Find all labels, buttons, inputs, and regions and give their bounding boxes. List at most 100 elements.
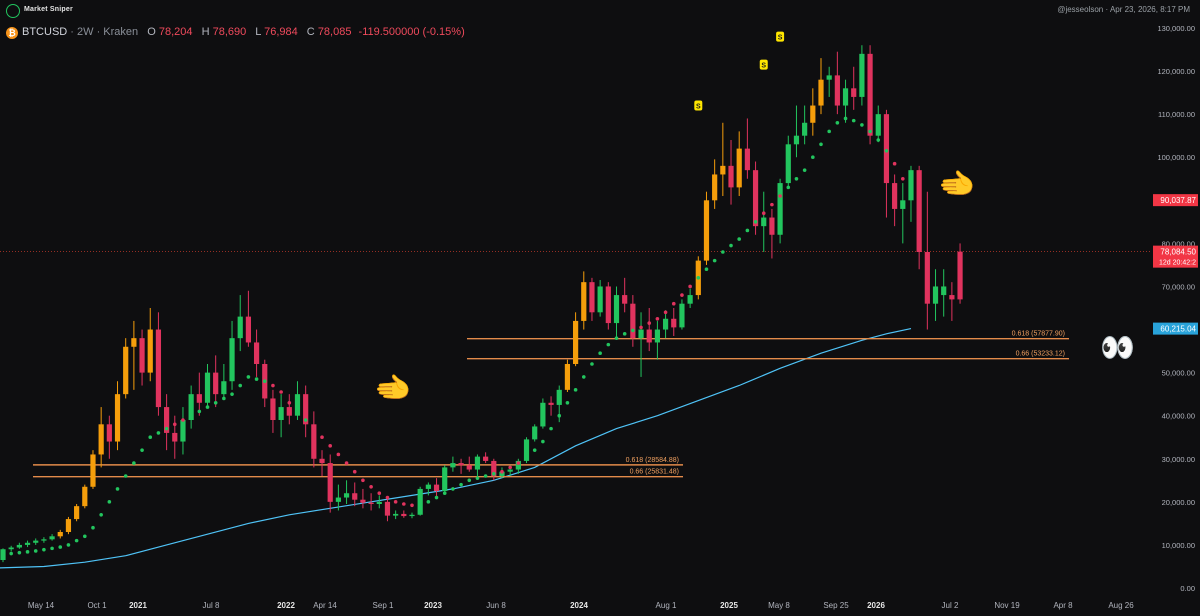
sar-dot <box>565 400 570 405</box>
candle-body <box>393 513 399 516</box>
sar-dot <box>492 472 496 476</box>
sar-dot <box>557 413 562 418</box>
sar-dot <box>148 435 153 440</box>
x-tick-label: 2022 <box>277 601 295 610</box>
sar-dot <box>524 456 529 461</box>
sar-dot <box>680 293 684 297</box>
candle-body <box>818 79 824 106</box>
sar-dot <box>884 148 889 153</box>
candle-body <box>433 484 440 492</box>
sar-dot <box>123 474 128 478</box>
candle-body <box>131 338 137 347</box>
candle-body <box>245 316 251 343</box>
candle-body <box>712 174 718 201</box>
x-tick-label: Jul 2 <box>942 601 959 610</box>
sar-dot <box>721 250 725 254</box>
sar-dot <box>573 388 578 392</box>
x-tick-label: Apr 14 <box>313 601 337 610</box>
sar-dot <box>279 390 283 394</box>
candle-body <box>540 402 546 427</box>
moving-average-line <box>0 328 912 569</box>
axes-layer: 0.00 10,000.00 20,000.00 30,000.00 40,000.00… <box>28 24 1198 610</box>
sar-dot <box>254 377 259 381</box>
candle-body <box>123 346 129 395</box>
candle-body <box>24 542 31 545</box>
sar-dot <box>622 332 627 336</box>
sar-dot <box>115 487 120 491</box>
sar-dot <box>140 448 144 452</box>
sar-dot <box>843 116 848 121</box>
sar-dot <box>418 502 422 506</box>
sar-dot <box>287 400 292 405</box>
sar-dot <box>295 409 300 414</box>
sar-dot <box>336 452 341 457</box>
candle-body <box>924 252 930 304</box>
sar-dot <box>467 478 472 483</box>
parabolic-sar-layer <box>9 116 921 556</box>
sar-dot <box>778 194 782 198</box>
y-tick-label: 0.00 <box>1180 584 1195 593</box>
signal-marker-label: S <box>696 104 701 111</box>
sar-dot <box>663 310 668 315</box>
sar-dot <box>483 474 488 478</box>
candle-body <box>679 303 685 328</box>
sar-dot <box>901 176 905 181</box>
sar-dot <box>344 461 349 465</box>
candle-body <box>883 114 890 184</box>
sar-dot <box>671 301 676 306</box>
price-tag-label: 78,084.50 <box>1160 248 1196 257</box>
sar-dot <box>851 118 856 123</box>
sar-dot <box>532 448 537 452</box>
sar-dot <box>377 491 382 496</box>
sar-dot <box>835 120 840 125</box>
candle-body <box>834 75 840 106</box>
sar-dot <box>328 444 333 448</box>
candle-body <box>98 424 104 455</box>
price-chart[interactable]: 0.618 (28584.88) 0.66 (25831.48) 0.618 (57… <box>0 0 1200 616</box>
candle-body <box>368 502 374 504</box>
candle-body <box>761 217 767 227</box>
sar-dot <box>639 325 643 330</box>
candle-body <box>654 329 660 343</box>
y-tick-label: 100,000.00 <box>1157 153 1195 162</box>
candle-body <box>352 493 358 500</box>
candle-body <box>638 329 644 339</box>
candle-body <box>253 342 260 364</box>
price-tag-label: 60,215.04 <box>1160 325 1196 334</box>
sar-dot <box>745 228 750 233</box>
candle-body <box>646 329 652 343</box>
sar-dot <box>475 476 480 480</box>
candle-body <box>900 200 906 209</box>
candle-body <box>949 295 955 300</box>
y-tick-label: 110,000.00 <box>1158 110 1195 119</box>
candle-body <box>286 407 292 416</box>
candle-body <box>458 463 464 466</box>
sar-dot <box>361 478 365 483</box>
x-tick-label: May 8 <box>768 601 790 610</box>
candle-body <box>556 389 562 405</box>
y-tick-label: 30,000.00 <box>1162 455 1195 464</box>
sar-dot <box>786 185 791 190</box>
sar-dot <box>426 500 431 504</box>
y-tick-label: 50,000.00 <box>1162 369 1195 378</box>
candle-body <box>450 463 456 468</box>
sar-dot <box>172 422 177 427</box>
sar-dot <box>802 168 807 172</box>
candle-body <box>613 295 620 324</box>
x-tick-label: 2023 <box>424 601 442 610</box>
sar-dot <box>753 220 758 224</box>
candle-body <box>139 338 145 373</box>
candle-body <box>793 135 800 145</box>
candle-body <box>229 338 235 382</box>
sar-dot <box>33 549 38 553</box>
candle-body <box>8 547 14 550</box>
fib-level-label: 0.618 (57877.90) <box>1012 331 1065 338</box>
sar-dot <box>508 465 512 470</box>
sar-dot <box>590 362 594 366</box>
candle-body <box>605 286 611 324</box>
x-tick-label: Sep 25 <box>823 601 849 610</box>
sar-dot <box>827 129 831 134</box>
sar-dot <box>614 336 619 340</box>
sar-dot <box>500 469 504 474</box>
signal-marker-label: S <box>761 63 766 70</box>
